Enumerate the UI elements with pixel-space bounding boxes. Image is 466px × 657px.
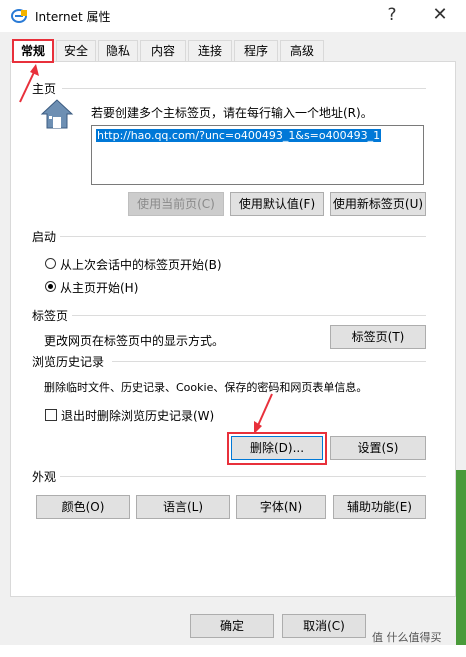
tab-advanced[interactable]: 高级: [280, 40, 324, 61]
cancel-button[interactable]: 取消(C): [282, 614, 366, 638]
tab-programs[interactable]: 程序: [234, 40, 278, 61]
ok-button[interactable]: 确定: [190, 614, 274, 638]
use-default-button[interactable]: 使用默认值(F): [230, 192, 324, 216]
colors-button[interactable]: 颜色(O): [36, 495, 130, 519]
background-window-edge: [456, 470, 466, 657]
history-settings-button[interactable]: 设置(S): [330, 436, 426, 460]
window-title: Internet 属性: [35, 10, 111, 24]
close-button[interactable]: ✕: [418, 0, 462, 32]
appearance-section-label: 外观: [32, 470, 57, 484]
house-icon: [40, 99, 74, 129]
delete-on-exit-checkbox[interactable]: [45, 409, 57, 421]
history-description: 删除临时文件、历史记录、Cookie、保存的密码和网页表单信息。: [44, 381, 368, 394]
tab-connections[interactable]: 连接: [188, 40, 232, 61]
fonts-button[interactable]: 字体(N): [236, 495, 326, 519]
divider: [60, 476, 426, 477]
startup-option-label: 从主页开始(H): [60, 281, 139, 295]
startup-homepage-radio[interactable]: [45, 281, 56, 292]
languages-button[interactable]: 语言(L): [136, 495, 230, 519]
internet-explorer-icon: [11, 9, 27, 23]
startup-section-label: 启动: [32, 230, 57, 244]
divider: [62, 88, 426, 89]
accessibility-button[interactable]: 辅助功能(E): [333, 495, 426, 519]
use-current-button[interactable]: 使用当前页(C): [128, 192, 224, 216]
divider: [60, 236, 426, 237]
tabs-settings-button[interactable]: 标签页(T): [330, 325, 426, 349]
tab-privacy[interactable]: 隐私: [98, 40, 138, 61]
watermark: 值 什么值得买: [372, 631, 442, 644]
tab-general[interactable]: 常规: [12, 39, 54, 63]
startup-option-label: 从上次会话中的标签页开始(B): [60, 258, 222, 272]
help-button[interactable]: ?: [370, 0, 414, 32]
title-bar: Internet 属性 ? ✕: [0, 0, 466, 32]
tab-content[interactable]: 内容: [140, 40, 186, 61]
homepage-url-text: http://hao.qq.com/?unc=o400493_1&s=o4004…: [96, 129, 382, 142]
divider: [72, 315, 426, 316]
delete-on-exit-label: 退出时删除浏览历史记录(W): [61, 409, 215, 423]
tabs-description: 更改网页在标签页中的显示方式。: [44, 334, 225, 348]
startup-last-session-radio[interactable]: [45, 258, 56, 269]
taskbar-strip: [0, 645, 466, 657]
annotation-arrow-icon: [254, 393, 273, 434]
tabs-section-label: 标签页: [32, 309, 69, 323]
homepage-instruction: 若要创建多个主标签页，请在每行输入一个地址(R)。: [91, 106, 373, 120]
tab-strip: 常规 安全 隐私 内容 连接 程序 高级: [10, 39, 456, 63]
homepage-section-label: 主页: [32, 82, 57, 96]
delete-history-button[interactable]: 删除(D)...: [231, 436, 323, 460]
divider: [112, 361, 426, 362]
tab-security[interactable]: 安全: [56, 40, 96, 61]
use-new-tab-button[interactable]: 使用新标签页(U): [330, 192, 426, 216]
homepage-url-textarea[interactable]: http://hao.qq.com/?unc=o400493_1&s=o4004…: [91, 125, 424, 185]
history-section-label: 浏览历史记录: [32, 355, 105, 369]
